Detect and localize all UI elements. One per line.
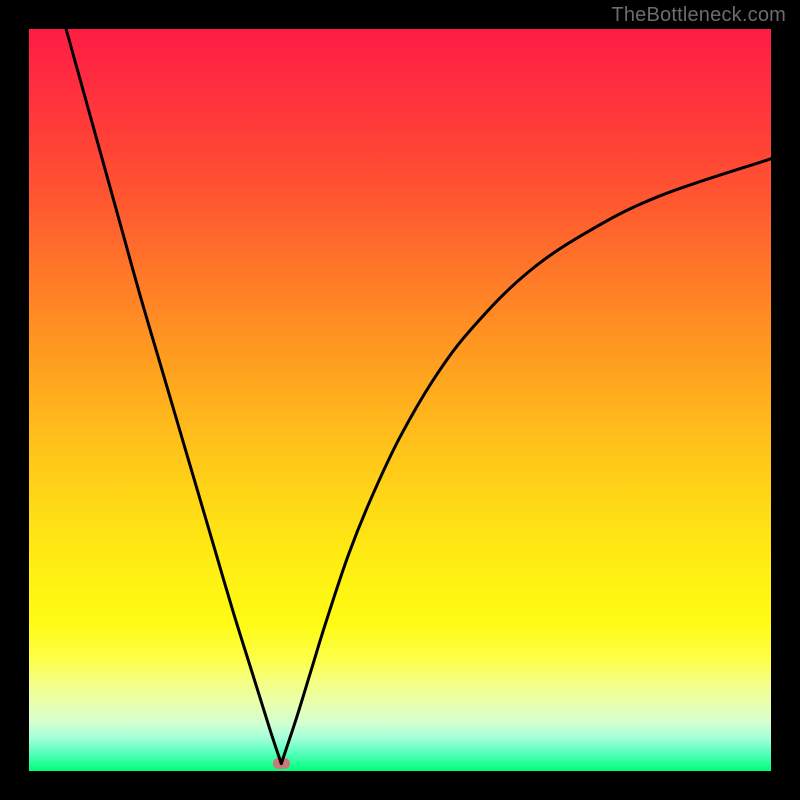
chart-frame: TheBottleneck.com <box>0 0 800 800</box>
plot-area <box>29 29 771 771</box>
attribution-text: TheBottleneck.com <box>611 4 786 27</box>
bottleneck-curve <box>29 29 771 771</box>
